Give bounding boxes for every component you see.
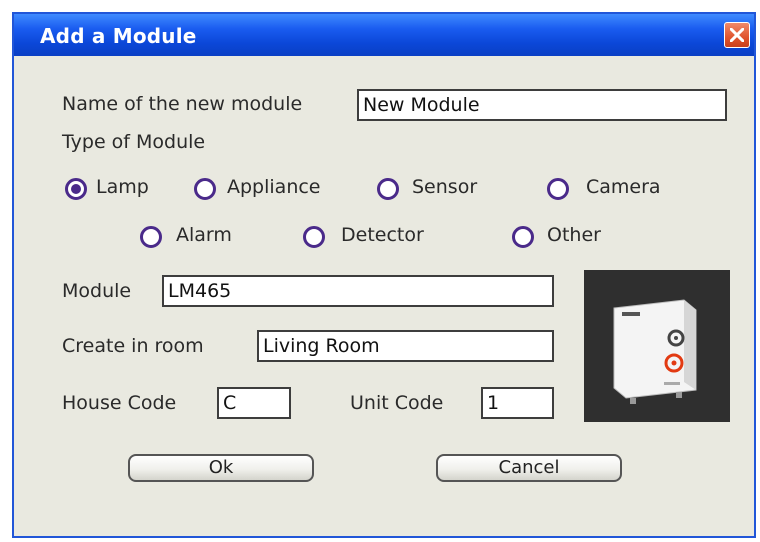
radio-other-label: Other [547,224,601,246]
radio-alarm-label: Alarm [176,224,232,246]
cancel-button[interactable]: Cancel [436,454,622,482]
module-name-label: Name of the new module [62,93,303,115]
dialog-body: Name of the new module Type of Module La… [14,56,754,536]
radio-sensor[interactable] [377,178,399,200]
module-model-input[interactable] [162,275,554,307]
radio-detector-label: Detector [341,224,424,246]
radio-lamp[interactable] [65,178,87,200]
dialog-title: Add a Module [40,24,197,48]
radio-other[interactable] [512,226,534,248]
radio-sensor-label: Sensor [412,176,478,198]
module-type-label: Type of Module [62,131,206,153]
radio-camera-label: Camera [586,176,661,198]
house-code-input[interactable] [217,387,291,419]
radio-lamp-label: Lamp [96,176,149,198]
radio-alarm[interactable] [140,226,162,248]
module-device-image [584,270,730,422]
close-button[interactable] [724,22,750,48]
add-module-dialog: Add a Module Name of the new module Type… [12,12,756,538]
room-input[interactable] [257,330,554,362]
ok-button[interactable]: Ok [128,454,314,482]
lamp-module-device-icon [584,270,730,422]
unit-code-label: Unit Code [350,392,444,414]
house-code-label: House Code [62,392,177,414]
room-label: Create in room [62,335,204,357]
radio-appliance[interactable] [194,178,216,200]
radio-detector[interactable] [303,226,325,248]
module-name-input[interactable] [357,89,727,121]
radio-camera[interactable] [547,178,569,200]
title-bar[interactable]: Add a Module [14,14,754,56]
radio-appliance-label: Appliance [227,176,321,198]
unit-code-input[interactable] [481,387,554,419]
module-label: Module [62,280,132,302]
close-icon [730,28,744,42]
